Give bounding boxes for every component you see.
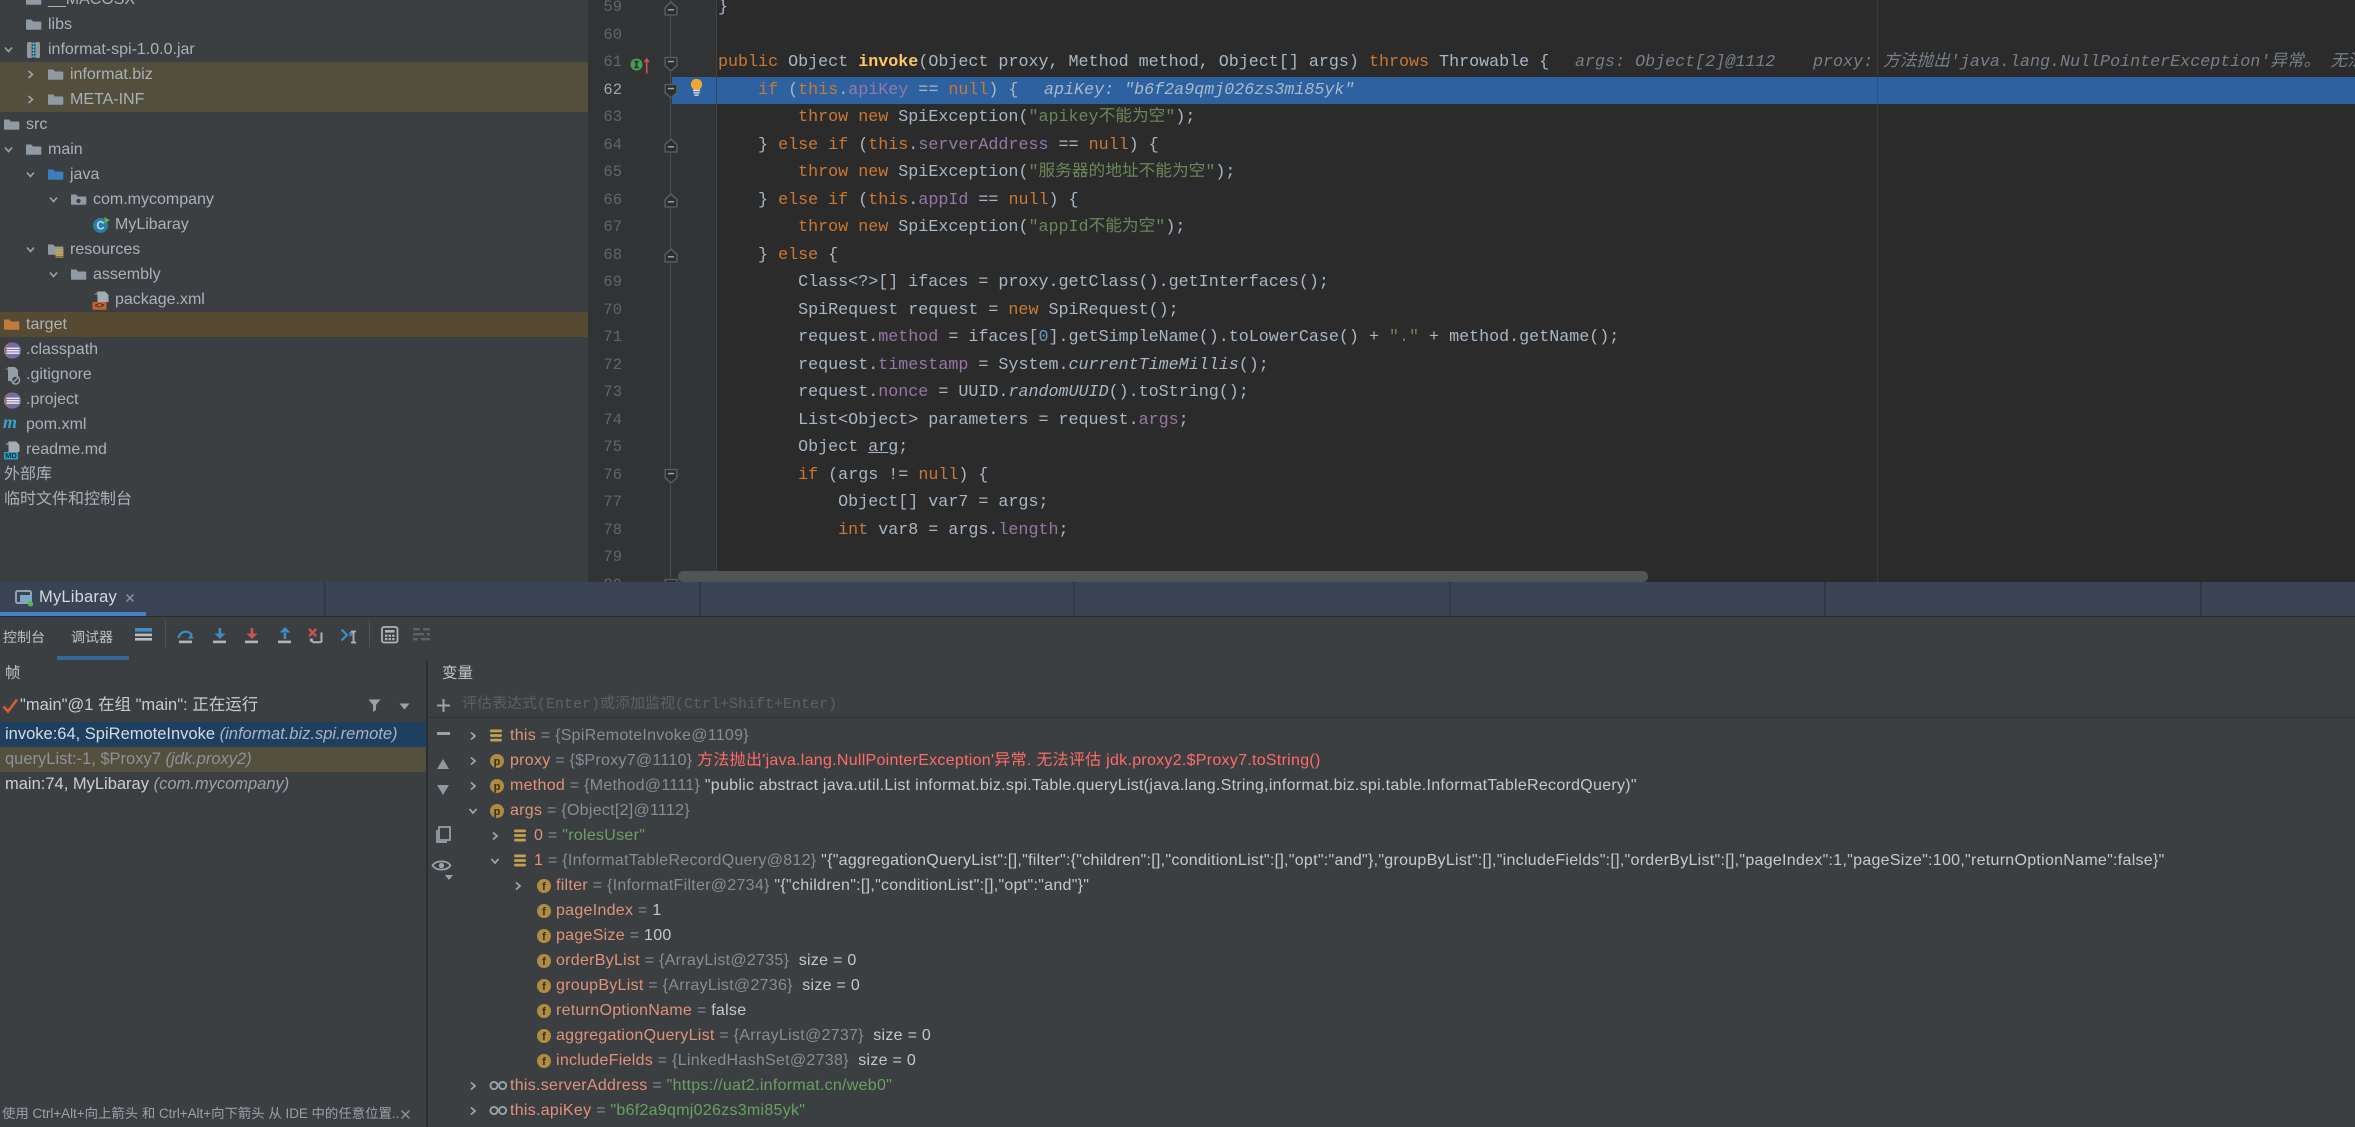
svg-text:<>: <>: [95, 302, 105, 310]
svg-text:p: p: [494, 806, 501, 818]
svg-text:f: f: [542, 981, 546, 993]
svg-text:f: f: [542, 1031, 546, 1043]
svg-text:f: f: [542, 956, 546, 968]
svg-text:f: f: [542, 881, 546, 893]
svg-text:f: f: [542, 931, 546, 943]
svg-text:f: f: [542, 1006, 546, 1018]
svg-text:f: f: [542, 1056, 546, 1068]
svg-text:f: f: [542, 906, 546, 918]
svg-text:p: p: [494, 781, 501, 793]
svg-text:p: p: [494, 756, 501, 768]
svg-text:C: C: [96, 220, 104, 232]
svg-text:MD: MD: [5, 451, 17, 460]
